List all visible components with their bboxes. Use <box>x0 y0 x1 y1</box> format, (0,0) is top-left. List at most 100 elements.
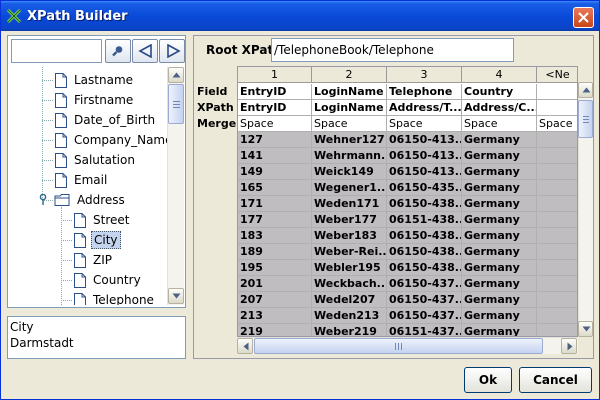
tree-item[interactable]: Street <box>73 210 131 230</box>
merge-cell[interactable]: Space <box>312 116 387 132</box>
table-cell[interactable]: 06150-438... <box>387 196 462 212</box>
table-cell[interactable]: Wegener1... <box>312 180 387 196</box>
tree-item[interactable]: Email <box>54 170 109 190</box>
table-cell[interactable]: Weden171 <box>312 196 387 212</box>
table-cell[interactable]: Wehner127 <box>312 132 387 148</box>
field-cell[interactable]: LoginName <box>312 84 387 100</box>
table-cell[interactable]: 06150-413... <box>387 148 462 164</box>
merge-cell[interactable]: Space <box>462 116 537 132</box>
grid-scroll-left-button[interactable] <box>237 338 253 354</box>
root-xpath-input[interactable]: /TelephoneBook/Telephone <box>271 38 514 62</box>
table-cell[interactable]: Germany <box>462 164 537 180</box>
table-cell[interactable]: 06150-437... <box>387 292 462 308</box>
table-cell[interactable]: Weick149 <box>312 164 387 180</box>
table-cell[interactable]: Germany <box>462 148 537 164</box>
search-input[interactable] <box>11 39 102 63</box>
field-cell[interactable]: EntryID <box>238 84 312 100</box>
xpath-cell[interactable] <box>537 100 577 116</box>
field-cell[interactable] <box>537 84 577 100</box>
table-cell[interactable]: Weber177 <box>312 212 387 228</box>
column-header[interactable]: 2 <box>312 67 387 83</box>
xpath-cell[interactable]: EntryID <box>238 100 312 116</box>
column-header[interactable]: 4 <box>462 67 537 83</box>
tree-item[interactable]: Country <box>73 270 143 290</box>
table-cell[interactable] <box>537 276 577 292</box>
cancel-button[interactable]: Cancel <box>519 367 592 393</box>
merge-cell[interactable]: Space <box>238 116 312 132</box>
column-header[interactable]: <Ne <box>537 67 577 83</box>
table-cell[interactable]: 06150-438... <box>387 260 462 276</box>
xml-tree[interactable]: Lastname Firstname Date_of_Birth Company_Na… <box>11 67 167 305</box>
table-cell[interactable]: Wedel207 <box>312 292 387 308</box>
table-cell[interactable]: Weckbach... <box>312 276 387 292</box>
table-cell[interactable]: 06150-437... <box>387 276 462 292</box>
ok-button[interactable]: Ok <box>464 367 512 393</box>
tree-scroll-down-button[interactable] <box>168 288 184 304</box>
expand-handle-icon[interactable] <box>39 194 47 206</box>
grid-scroll-up-button[interactable] <box>578 82 593 98</box>
table-cell[interactable]: Germany <box>462 132 537 148</box>
table-cell[interactable] <box>537 196 577 212</box>
table-cell[interactable]: 195 <box>238 260 312 276</box>
table-cell[interactable]: 06150-435... <box>387 180 462 196</box>
grid-scroll-thumb[interactable] <box>578 100 593 138</box>
title-bar[interactable]: XPath Builder <box>1 1 599 31</box>
previous-button[interactable] <box>132 39 158 63</box>
table-cell[interactable] <box>537 148 577 164</box>
table-cell[interactable] <box>537 212 577 228</box>
field-cell[interactable]: Telephone <box>387 84 462 100</box>
column-header[interactable]: 1 <box>238 67 312 83</box>
table-cell[interactable]: Germany <box>462 180 537 196</box>
mapping-grid[interactable]: 1 2 3 4 <Ne EntryID LoginName Telephone Country E… <box>237 66 578 337</box>
table-cell[interactable]: Germany <box>462 244 537 260</box>
tree-item[interactable]: Address <box>54 190 127 210</box>
grid-vertical-scrollbar[interactable] <box>578 82 593 337</box>
tree-item[interactable]: Lastname <box>54 70 135 90</box>
table-cell[interactable]: 183 <box>238 228 312 244</box>
xpath-cell[interactable]: Address/T... <box>387 100 462 116</box>
table-cell[interactable] <box>537 244 577 260</box>
table-cell[interactable]: Weden213 <box>312 308 387 324</box>
table-cell[interactable]: 06150-438... <box>387 228 462 244</box>
table-cell[interactable]: 189 <box>238 244 312 260</box>
table-cell[interactable] <box>537 132 577 148</box>
table-cell[interactable]: Germany <box>462 260 537 276</box>
table-cell[interactable]: 165 <box>238 180 312 196</box>
table-cell[interactable]: 06150-438... <box>387 244 462 260</box>
tree-item[interactable]: City <box>73 230 121 250</box>
table-cell[interactable] <box>537 292 577 308</box>
table-cell[interactable]: 219 <box>238 324 312 336</box>
search-button[interactable] <box>105 39 131 63</box>
tree-vertical-scrollbar[interactable] <box>167 67 184 305</box>
tree-item[interactable]: Date_of_Birth <box>54 110 157 130</box>
table-cell[interactable] <box>537 260 577 276</box>
table-cell[interactable]: 06151-438... <box>387 212 462 228</box>
table-cell[interactable] <box>537 324 577 336</box>
table-cell[interactable] <box>537 228 577 244</box>
table-cell[interactable]: 207 <box>238 292 312 308</box>
table-cell[interactable]: 149 <box>238 164 312 180</box>
table-cell[interactable]: 06150-413... <box>387 132 462 148</box>
merge-cell[interactable]: Space <box>537 116 577 132</box>
table-cell[interactable]: Weber-Rei... <box>312 244 387 260</box>
table-cell[interactable]: 06150-437... <box>387 308 462 324</box>
grid-horizontal-scrollbar[interactable] <box>237 337 578 354</box>
tree-scroll-thumb[interactable] <box>168 84 184 124</box>
table-cell[interactable]: 201 <box>238 276 312 292</box>
table-cell[interactable]: Germany <box>462 324 537 336</box>
table-cell[interactable] <box>537 308 577 324</box>
field-cell[interactable]: Country <box>462 84 537 100</box>
next-button[interactable] <box>159 39 185 63</box>
close-button[interactable] <box>573 7 594 28</box>
tree-scroll-up-button[interactable] <box>168 67 184 83</box>
table-cell[interactable]: Germany <box>462 196 537 212</box>
tree-item[interactable]: Company_Name <box>54 130 167 150</box>
tree-item[interactable]: Telephone <box>73 290 156 305</box>
table-cell[interactable]: Weber219 <box>312 324 387 336</box>
tree-item[interactable]: ZIP <box>73 250 114 270</box>
table-cell[interactable]: 06151-437... <box>387 324 462 336</box>
grid-scroll-right-button[interactable] <box>561 338 577 354</box>
grid-scroll-down-button[interactable] <box>578 321 593 337</box>
table-cell[interactable]: 141 <box>238 148 312 164</box>
column-header[interactable]: 3 <box>387 67 462 83</box>
